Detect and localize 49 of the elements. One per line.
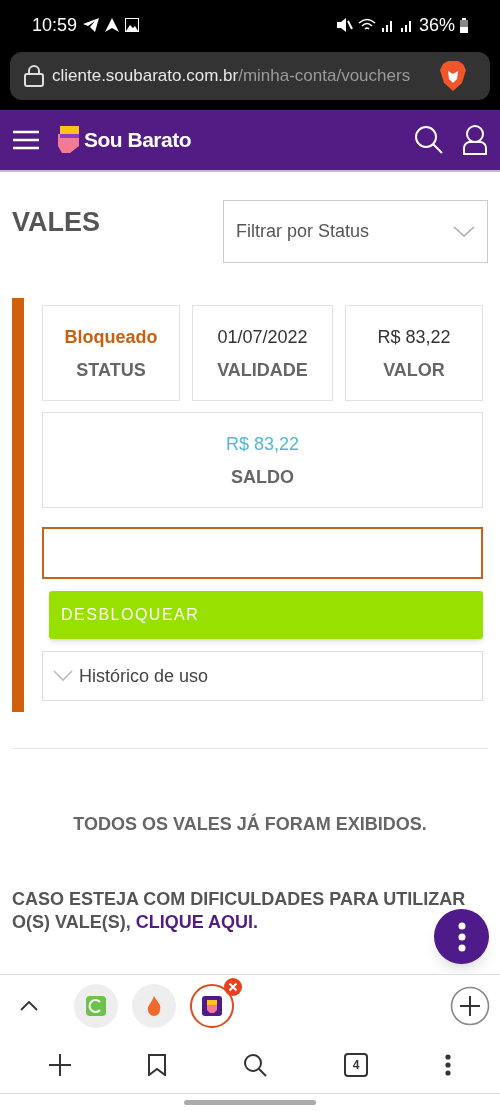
wifi-icon <box>357 18 376 32</box>
search-icon[interactable] <box>242 1053 267 1077</box>
tag-logo-icon <box>58 126 80 154</box>
address-bar[interactable]: cliente.soubarato.com.br/minha-conta/vouchers <box>10 52 490 100</box>
bookmark-icon[interactable] <box>147 1054 166 1076</box>
usage-history-accordion[interactable]: Histórico de uso <box>42 651 483 701</box>
signal-icon <box>399 18 414 32</box>
brand-name[interactable]: Sou Barato <box>84 124 191 156</box>
info-value: R$ 83,22 <box>377 326 451 349</box>
chevron-down-icon <box>453 225 475 238</box>
chevron-up-icon[interactable] <box>20 1001 38 1011</box>
image-icon <box>125 18 140 32</box>
add-tab-icon[interactable] <box>450 986 490 1026</box>
info-value: 01/07/2022 <box>217 326 308 349</box>
mute-icon <box>336 18 353 32</box>
more-vertical-icon <box>457 921 466 952</box>
navigation-icon <box>105 18 120 32</box>
info-label: VALIDADE <box>217 359 308 382</box>
close-icon[interactable] <box>224 978 242 996</box>
flame-icon <box>146 996 162 1016</box>
tag-favicon-icon <box>202 996 222 1016</box>
menu-icon[interactable] <box>12 130 40 150</box>
status-filter-dropdown[interactable]: Filtrar por Status <box>223 200 488 263</box>
lock-icon <box>24 65 44 87</box>
info-label: VALOR <box>383 359 445 382</box>
signal-icon <box>380 18 395 32</box>
tab-count-button[interactable]: 4 <box>344 1053 369 1077</box>
click-here-link[interactable]: CLIQUE AQUI. <box>135 912 258 932</box>
more-options-fab[interactable] <box>434 909 489 964</box>
usage-history-label: Histórico de uso <box>79 664 209 688</box>
tab-bubble[interactable] <box>190 984 234 1028</box>
page-title: VALES <box>12 206 100 239</box>
plus-icon[interactable] <box>48 1054 71 1076</box>
battery-percentage: 36% <box>418 13 455 37</box>
info-value: R$ 83,22 <box>225 433 300 456</box>
url-text: cliente.soubarato.com.br/minha-conta/vouchers <box>52 65 412 88</box>
lion-shield-icon[interactable] <box>440 61 466 91</box>
battery-icon <box>460 17 468 33</box>
search-icon[interactable] <box>414 125 444 155</box>
app-favicon-icon <box>86 996 106 1016</box>
info-label: SALDO <box>231 466 294 489</box>
clock-time: 10:59 <box>32 13 78 37</box>
end-message: TODOS OS VALES JÁ FORAM EXIBIDOS. <box>73 814 427 834</box>
more-vertical-icon[interactable] <box>445 1054 452 1076</box>
code-input-field[interactable] <box>42 527 483 579</box>
telegram-icon <box>83 18 100 32</box>
info-value: Bloqueado <box>64 326 158 349</box>
user-icon[interactable] <box>462 124 488 156</box>
info-label: STATUS <box>76 359 146 382</box>
